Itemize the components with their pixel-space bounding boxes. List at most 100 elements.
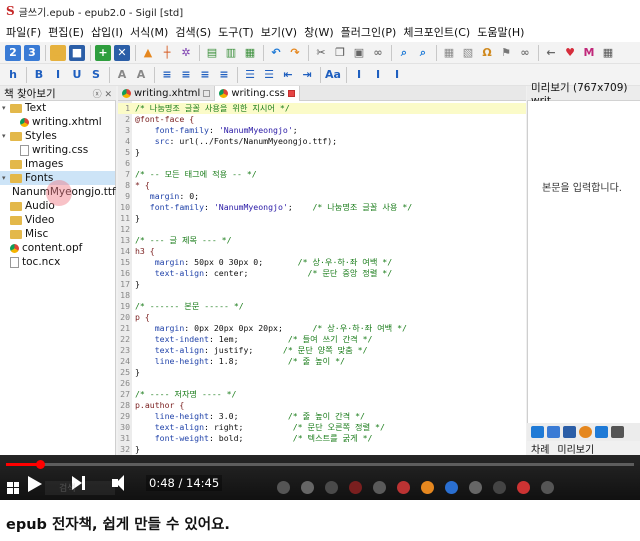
index-icon[interactable]: ▦ [242, 45, 258, 61]
menu-item[interactable]: 편집(E) [48, 24, 84, 40]
split-icon[interactable]: ┼ [159, 45, 175, 61]
menu-item[interactable]: 파일(F) [6, 24, 41, 40]
tree-item[interactable]: content.opf [0, 241, 115, 255]
cut-icon[interactable]: ✂ [313, 45, 329, 61]
close-x-icon[interactable]: ✕ [114, 44, 130, 61]
undo-icon[interactable]: ↶ [268, 45, 284, 61]
expand-arrow-icon[interactable]: ▾ [2, 174, 10, 182]
align-justify-icon[interactable]: ≡ [216, 67, 232, 83]
menu-item[interactable]: 창(W) [304, 24, 334, 40]
menu-item[interactable]: 플러그인(P) [341, 24, 397, 40]
superscript-icon[interactable]: A [133, 67, 149, 83]
image-icon[interactable]: ▧ [460, 45, 476, 61]
expand-arrow-icon[interactable]: ▾ [2, 104, 10, 112]
book-view-icon[interactable] [563, 426, 576, 438]
align-center-icon[interactable]: ≡ [178, 67, 194, 83]
heading-h-icon[interactable]: h [5, 67, 21, 83]
tree-item[interactable]: Misc [0, 227, 115, 241]
code-token: /* 문단 양쪽 맞춤 */ [282, 345, 368, 355]
insert-id-icon[interactable]: I [351, 67, 367, 83]
insert-class-icon[interactable]: I [370, 67, 386, 83]
heading-2-icon[interactable]: 2 [5, 44, 21, 61]
grid-icon[interactable]: ▦ [600, 45, 616, 61]
chain-icon[interactable]: ∞ [517, 45, 533, 61]
tree-item-label: Video [25, 214, 55, 226]
code-text: } [132, 444, 140, 454]
add-icon[interactable]: + [95, 44, 111, 61]
tree-item[interactable]: ▾ Text [0, 101, 115, 115]
menu-item[interactable]: 도구(T) [218, 24, 254, 40]
preview-tab[interactable]: 미리보기 [557, 441, 594, 456]
taskbar-app-icon [421, 481, 434, 494]
refresh-icon[interactable] [579, 426, 592, 438]
toolbar-separator [237, 66, 238, 83]
code-line: 14 h3 { [118, 246, 526, 257]
menu-item[interactable]: 서식(M) [130, 24, 168, 40]
tag-icon[interactable]: ⚑ [498, 45, 514, 61]
back-icon[interactable]: ← [543, 45, 559, 61]
menu-item[interactable]: 도움말(H) [477, 24, 524, 40]
settings-icon[interactable]: ✲ [178, 45, 194, 61]
editor-tab[interactable]: writing.xhtml [118, 86, 216, 101]
italic-icon[interactable]: I [50, 67, 66, 83]
align-right-icon[interactable]: ≡ [197, 67, 213, 83]
outdent-icon[interactable]: ⇤ [280, 67, 296, 83]
menu-item[interactable]: 삽입(I) [91, 24, 123, 40]
copy-view-icon[interactable] [547, 426, 560, 438]
zoom-icon[interactable]: ⌕ [415, 45, 431, 61]
line-number: 26 [120, 378, 130, 388]
expand-arrow-icon[interactable]: ▾ [2, 132, 10, 140]
strike-icon[interactable]: S [88, 67, 104, 83]
tree-item[interactable]: ▾ Styles [0, 129, 115, 143]
special-char-icon[interactable]: Ω [479, 45, 495, 61]
tab-close-icon[interactable] [287, 90, 295, 97]
tree-item[interactable]: Images [0, 157, 115, 171]
open-folder-icon[interactable]: ▬ [50, 44, 66, 61]
heart-icon[interactable]: ♥ [562, 45, 578, 61]
link-icon[interactable]: ∞ [370, 45, 386, 61]
number-list-icon[interactable]: ☰ [261, 67, 277, 83]
progress-scrubber[interactable] [35, 460, 45, 469]
bullet-list-icon[interactable]: ☰ [242, 67, 258, 83]
code-editor[interactable]: 1 /* 나눔명조 글꼴 사용을 위한 지시어 */ 2 @font-face {3 … [118, 101, 526, 455]
redo-icon[interactable]: ↷ [287, 45, 303, 61]
tree-item[interactable]: writing.xhtml [0, 115, 115, 129]
arrow-up-icon[interactable]: ▲ [140, 45, 156, 61]
align-left-icon[interactable]: ≡ [159, 67, 175, 83]
editor-tab[interactable]: writing.css [215, 86, 300, 101]
tree-item[interactable]: Video [0, 213, 115, 227]
subscript-icon[interactable]: A [114, 67, 130, 83]
print-icon[interactable] [611, 426, 624, 438]
heading-3-icon[interactable]: 3 [24, 44, 40, 61]
code-line: 3 font-family: 'NanumMyeongjo'; [118, 125, 526, 136]
menu-item[interactable]: 보기(V) [261, 24, 297, 40]
tree-item[interactable]: writing.css [0, 143, 115, 157]
panel-close-icon[interactable]: ⓧ ✕ [93, 87, 112, 100]
code-line: 31 font-weight: bold; /* 텍스트를 굵게 */ [118, 433, 526, 444]
preview-tab[interactable]: 차례 [531, 441, 549, 456]
code-view-icon[interactable] [531, 426, 544, 438]
indent-icon[interactable]: ⇥ [299, 67, 315, 83]
metadata-icon[interactable]: ▤ [204, 45, 220, 61]
table-icon[interactable]: ▦ [441, 45, 457, 61]
menu-item[interactable]: 검색(S) [175, 24, 211, 40]
paste-icon[interactable]: ▣ [351, 45, 367, 61]
bold-icon[interactable]: B [31, 67, 47, 83]
tree-item[interactable]: toc.ncx [0, 255, 115, 269]
inspect-icon[interactable] [595, 426, 608, 438]
code-token: line-height [135, 356, 209, 366]
case-icon[interactable]: Aa [325, 67, 341, 83]
tab-close-icon[interactable] [203, 90, 211, 97]
toc-icon[interactable]: ▥ [223, 45, 239, 61]
underline-icon[interactable]: U [69, 67, 85, 83]
code-line: 22 text-indent: 1em; /* 들여 쓰기 간격 */ [118, 334, 526, 345]
line-number: 14 [120, 246, 130, 256]
save-icon[interactable]: ■ [69, 44, 85, 61]
search-icon[interactable]: ⌕ [396, 45, 412, 61]
insert-style-icon[interactable]: I [389, 67, 405, 83]
menu-item[interactable]: 체크포인트(C) [403, 24, 470, 40]
m-icon[interactable]: M [581, 45, 597, 61]
progress-bar[interactable] [6, 460, 634, 469]
copy-icon[interactable]: ❐ [332, 45, 348, 61]
